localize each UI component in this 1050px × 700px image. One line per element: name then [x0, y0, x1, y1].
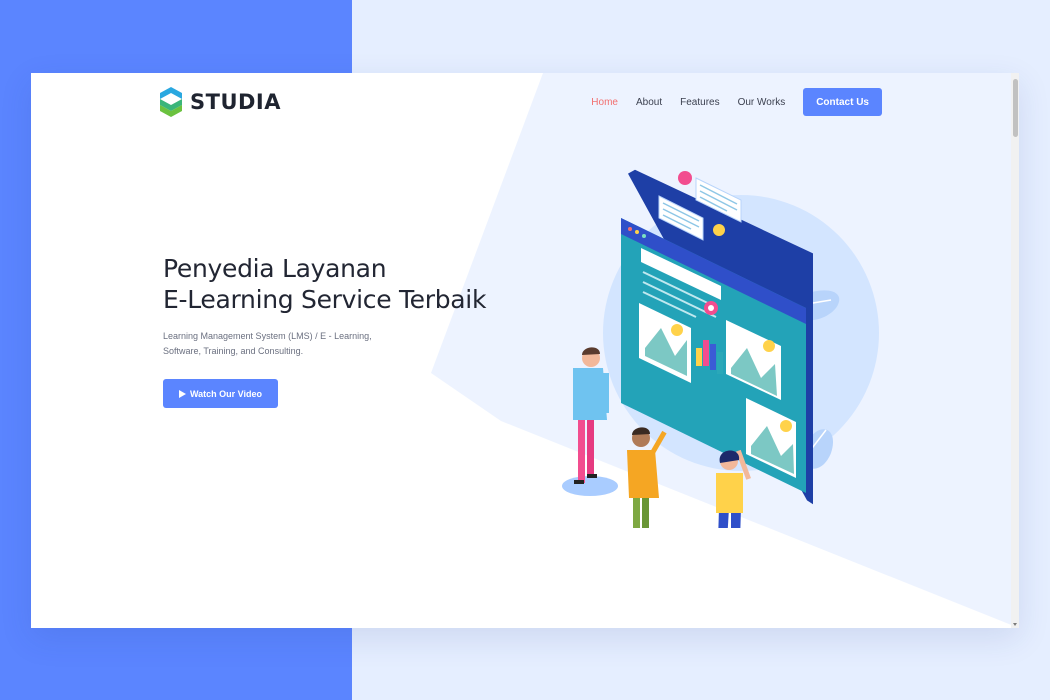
watch-video-button[interactable]: Watch Our Video	[163, 379, 279, 408]
play-icon	[179, 389, 186, 398]
person-orange-shirt	[627, 427, 667, 528]
vertical-scrollbar[interactable]	[1011, 73, 1019, 628]
hero-title-line-1: Penyedia Layanan	[163, 254, 387, 283]
contact-us-button[interactable]: Contact Us	[803, 88, 882, 116]
e-learning-team-illustration	[562, 169, 879, 528]
scroll-down-arrow-icon[interactable]	[1013, 623, 1017, 626]
page-background: STUDIA Home About Features Our Works Con…	[0, 0, 1050, 700]
watch-video-label: Watch Our Video	[190, 388, 263, 399]
nav-link-about[interactable]: About	[636, 97, 662, 108]
hero-content: Penyedia Layanan E-Learning Service Terb…	[163, 253, 523, 408]
top-navbar: STUDIA Home About Features Our Works Con…	[31, 73, 1019, 133]
studia-s-logo-icon	[160, 87, 182, 117]
nav-link-home[interactable]: Home	[591, 97, 618, 108]
scrollbar-thumb[interactable]	[1013, 79, 1018, 137]
nav-menu: Home About Features Our Works Contact Us	[591, 88, 882, 116]
nav-link-our-works[interactable]: Our Works	[738, 97, 786, 108]
hero-title: Penyedia Layanan E-Learning Service Terb…	[163, 253, 523, 315]
nav-link-features[interactable]: Features	[680, 97, 719, 108]
hero-subtitle: Learning Management System (LMS) / E - L…	[163, 331, 372, 356]
hero-title-line-2: E-Learning Service Terbaik	[163, 285, 487, 314]
brand-name: STUDIA	[190, 90, 281, 114]
website-preview-window: STUDIA Home About Features Our Works Con…	[31, 73, 1019, 628]
brand-logo[interactable]: STUDIA	[158, 85, 281, 119]
